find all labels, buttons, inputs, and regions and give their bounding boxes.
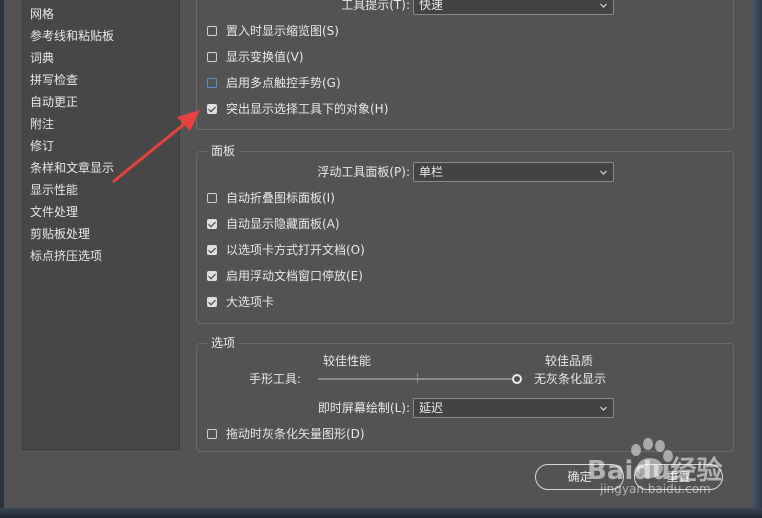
highlight-object-checkbox[interactable] — [207, 104, 217, 114]
sidebar-item-display-performance[interactable]: 显示性能 — [30, 180, 78, 200]
floating-tools-select[interactable]: 单栏 — [413, 162, 614, 182]
window-border-right — [752, 0, 762, 518]
show-transform-values-label: 显示变换值(V) — [226, 50, 304, 64]
sidebar-item-track-changes[interactable]: 修订 — [30, 136, 54, 156]
hand-tool-slider-track[interactable] — [318, 378, 513, 380]
greek-vector-checkbox[interactable] — [207, 429, 217, 439]
floating-tools-label: 浮动工具面板(P): — [317, 165, 410, 179]
sidebar-item-story-editor[interactable]: 条样和文章显示 — [30, 158, 114, 178]
better-performance-label: 较佳性能 — [323, 354, 372, 368]
sidebar-item-spelling[interactable]: 拼写检查 — [30, 70, 78, 90]
auto-collapse-panels-checkbox[interactable] — [207, 193, 217, 203]
floating-docking-checkbox[interactable] — [207, 271, 217, 281]
highlight-object-label: 突出显示选择工具下的对象(H) — [226, 102, 389, 116]
greek-vector-label: 拖动时灰条化矢量图形(D) — [226, 427, 365, 441]
preferences-category-list: 网格 参考线和粘贴板 词典 拼写检查 自动更正 附注 修订 条样和文章显示 显示… — [22, 0, 180, 450]
multitouch-gestures-label: 启用多点触控手势(G) — [226, 76, 341, 90]
sidebar-item-file-handling[interactable]: 文件处理 — [30, 202, 78, 222]
sidebar-item-dictionary[interactable]: 词典 — [30, 48, 54, 68]
hand-tool-slider-thumb[interactable] — [512, 374, 522, 384]
multitouch-gestures-checkbox[interactable] — [207, 78, 217, 88]
large-tabs-checkbox[interactable] — [207, 297, 217, 307]
auto-show-hidden-panels-checkbox[interactable] — [207, 219, 217, 229]
large-tabs-label: 大选项卡 — [226, 295, 275, 309]
auto-show-hidden-panels-label: 自动显示隐藏面板(A) — [226, 217, 340, 231]
options-group-title: 选项 — [207, 335, 240, 351]
hand-tool-slider-tick — [417, 373, 418, 383]
live-screen-drawing-value: 延迟 — [419, 401, 444, 415]
open-as-tabs-label: 以选项卡方式打开文档(O) — [226, 243, 365, 257]
sidebar-item-grid[interactable]: 网格 — [30, 4, 54, 24]
live-screen-drawing-select[interactable]: 延迟 — [413, 398, 614, 418]
chevron-down-icon — [600, 406, 607, 411]
tooltip-select[interactable]: 快速 — [413, 0, 614, 15]
no-greek-label: 无灰条化显示 — [534, 372, 607, 386]
tooltip-label: 工具提示(T): — [341, 0, 410, 12]
baidu-watermark: Baidu经验 jingyan.baidu.com — [582, 438, 752, 500]
sidebar-item-guides-pasteboard[interactable]: 参考线和粘贴板 — [30, 26, 114, 46]
live-screen-drawing-label: 即时屏幕绘制(L): — [317, 401, 410, 415]
auto-collapse-panels-label: 自动折叠图标面板(I) — [226, 191, 335, 205]
sidebar-item-autocorrect[interactable]: 自动更正 — [30, 92, 78, 112]
chevron-down-icon — [600, 3, 607, 8]
window-border-left — [0, 0, 4, 518]
sidebar-item-mojikumi[interactable]: 标点挤压选项 — [30, 246, 102, 266]
sidebar-item-clipboard[interactable]: 剪贴板处理 — [30, 224, 90, 244]
floating-docking-label: 启用浮动文档窗口停放(E) — [226, 269, 363, 283]
show-transform-values-checkbox[interactable] — [207, 52, 217, 62]
hand-tool-label: 手形工具: — [249, 372, 302, 386]
window-border-bottom — [0, 508, 762, 518]
tooltip-select-value: 快速 — [419, 0, 444, 12]
place-thumbnails-label: 置入时显示缩览图(S) — [226, 24, 339, 38]
open-as-tabs-checkbox[interactable] — [207, 245, 217, 255]
chevron-down-icon — [600, 170, 607, 175]
better-quality-label: 较佳品质 — [545, 354, 594, 368]
place-thumbnails-checkbox[interactable] — [207, 26, 217, 36]
panels-group-title: 面板 — [207, 143, 240, 159]
watermark-url: jingyan.baidu.com — [600, 482, 711, 496]
sidebar-item-notes[interactable]: 附注 — [30, 114, 54, 134]
floating-tools-select-value: 单栏 — [419, 165, 444, 179]
